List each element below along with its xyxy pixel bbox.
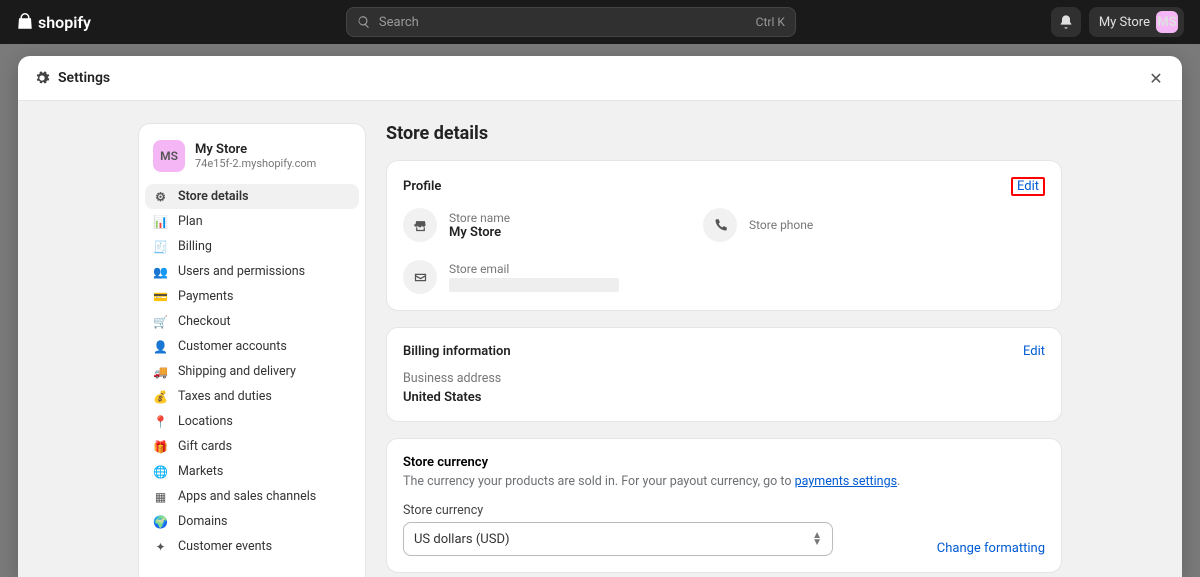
sidebar-item-label: Gift cards: [178, 439, 232, 454]
search-placeholder: Search: [379, 15, 748, 30]
gear-icon: [34, 70, 50, 86]
account-label: My Store: [1099, 15, 1150, 30]
search-shortcut: Ctrl K: [756, 15, 785, 29]
search-input[interactable]: Search Ctrl K: [346, 7, 796, 37]
sidebar-item-customer-events[interactable]: ✦ Customer events: [139, 534, 365, 559]
profile-store-email: Store email: [403, 260, 663, 294]
shopify-bag-icon: [16, 13, 34, 31]
currency-field-label: Store currency: [403, 503, 1045, 518]
sidebar-item-apps[interactable]: ▦ Apps and sales channels: [139, 484, 365, 509]
sidebar-item-label: Billing: [178, 239, 212, 254]
sidebar-item-label: Payments: [178, 289, 233, 304]
sidebar-item-label: Checkout: [178, 314, 231, 329]
sidebar-item-label: Customer events: [178, 539, 272, 554]
edit-billing-button[interactable]: Edit: [1023, 344, 1045, 359]
currency-select[interactable]: US dollars (USD) ▲▼: [403, 522, 833, 556]
users-icon: 👥: [153, 264, 168, 279]
currency-select-value: US dollars (USD): [414, 532, 510, 547]
account-menu[interactable]: My Store MS: [1089, 7, 1184, 37]
sidebar-item-gift-cards[interactable]: 🎁 Gift cards: [139, 434, 365, 459]
card-title: Store currency: [403, 455, 1045, 470]
main-content: Store details Profile Edit Store name: [386, 123, 1062, 577]
field-value: My Store: [449, 225, 510, 240]
field-label: Store phone: [749, 218, 813, 232]
brand-text: shopify: [38, 13, 91, 32]
payments-settings-link[interactable]: payments settings: [795, 474, 897, 489]
apps-icon: ▦: [153, 489, 168, 504]
settings-modal: Settings ✕ MS My Store 74e15f-2.myshopif…: [18, 56, 1182, 577]
sidebar-item-label: Shipping and delivery: [178, 364, 296, 379]
field-label: Store email: [449, 262, 619, 276]
modal-header: Settings ✕: [18, 56, 1182, 101]
store-avatar: MS: [153, 140, 185, 172]
sidebar-item-label: Locations: [178, 414, 233, 429]
billing-address-label: Business address: [403, 371, 1045, 386]
phone-icon: [703, 208, 737, 242]
sidebar-item-label: Users and permissions: [178, 264, 305, 279]
notifications-button[interactable]: [1051, 7, 1081, 37]
profile-store-name: Store name My Store: [403, 208, 663, 242]
events-icon: ✦: [153, 539, 168, 554]
sidebar-item-label: Apps and sales channels: [178, 489, 316, 504]
gift-icon: 🎁: [153, 439, 168, 454]
domains-icon: 🌍: [153, 514, 168, 529]
profile-store-phone: Store phone: [703, 208, 963, 242]
card-title: Billing information: [403, 344, 1023, 359]
search-icon: [357, 15, 371, 29]
modal-scroll-area[interactable]: MS My Store 74e15f-2.myshopify.com ⚙ Stor…: [18, 101, 1182, 577]
store-icon: [403, 208, 437, 242]
markets-icon: 🌐: [153, 464, 168, 479]
sidebar-item-label: Customer accounts: [178, 339, 287, 354]
field-label: Store name: [449, 211, 510, 225]
profile-card: Profile Edit Store name My Store: [386, 160, 1062, 311]
change-formatting-link[interactable]: Change formatting: [937, 541, 1045, 556]
store-icon: ⚙: [153, 189, 168, 204]
sidebar-item-customer-accounts[interactable]: 👤 Customer accounts: [139, 334, 365, 359]
sidebar-item-locations[interactable]: 📍 Locations: [139, 409, 365, 434]
sidebar-item-checkout[interactable]: 🛒 Checkout: [139, 309, 365, 334]
customer-icon: 👤: [153, 339, 168, 354]
shopify-logo: shopify: [16, 13, 91, 32]
sidebar-item-billing[interactable]: 🧾 Billing: [139, 234, 365, 259]
bell-icon: [1058, 14, 1074, 30]
store-domain: 74e15f-2.myshopify.com: [195, 157, 316, 170]
sidebar-item-label: Store details: [178, 189, 249, 204]
sidebar-item-plan[interactable]: 📊 Plan: [139, 209, 365, 234]
sidebar-item-store-details[interactable]: ⚙ Store details: [145, 184, 359, 209]
store-name: My Store: [195, 142, 316, 157]
avatar: MS: [1156, 11, 1178, 33]
settings-sidebar: MS My Store 74e15f-2.myshopify.com ⚙ Stor…: [138, 123, 366, 577]
redacted-value: [449, 278, 619, 292]
email-icon: [403, 260, 437, 294]
card-title: Profile: [403, 179, 1011, 194]
locations-icon: 📍: [153, 414, 168, 429]
sidebar-item-taxes[interactable]: 💰 Taxes and duties: [139, 384, 365, 409]
sidebar-item-label: Markets: [178, 464, 223, 479]
payments-icon: 💳: [153, 289, 168, 304]
page-title: Store details: [386, 123, 1062, 144]
sidebar-item-label: Domains: [178, 514, 228, 529]
sidebar-item-label: Taxes and duties: [178, 389, 272, 404]
billing-icon: 🧾: [153, 239, 168, 254]
store-header: MS My Store 74e15f-2.myshopify.com: [139, 134, 365, 184]
sidebar-item-domains[interactable]: 🌍 Domains: [139, 509, 365, 534]
sidebar-item-shipping[interactable]: 🚚 Shipping and delivery: [139, 359, 365, 384]
shipping-icon: 🚚: [153, 364, 168, 379]
billing-card: Billing information Edit Business addres…: [386, 327, 1062, 422]
modal-title: Settings: [58, 70, 1138, 86]
currency-description: The currency your products are sold in. …: [403, 474, 1045, 489]
plan-icon: 📊: [153, 214, 168, 229]
chevron-updown-icon: ▲▼: [812, 532, 822, 546]
sidebar-item-label: Plan: [178, 214, 203, 229]
sidebar-item-users[interactable]: 👥 Users and permissions: [139, 259, 365, 284]
top-bar: shopify Search Ctrl K My Store MS: [0, 0, 1200, 44]
edit-profile-button[interactable]: Edit: [1011, 177, 1045, 196]
sidebar-item-markets[interactable]: 🌐 Markets: [139, 459, 365, 484]
sidebar-item-payments[interactable]: 💳 Payments: [139, 284, 365, 309]
checkout-icon: 🛒: [153, 314, 168, 329]
close-button[interactable]: ✕: [1146, 68, 1166, 88]
currency-card: Store currency The currency your product…: [386, 438, 1062, 573]
taxes-icon: 💰: [153, 389, 168, 404]
billing-address-value: United States: [403, 390, 1045, 405]
